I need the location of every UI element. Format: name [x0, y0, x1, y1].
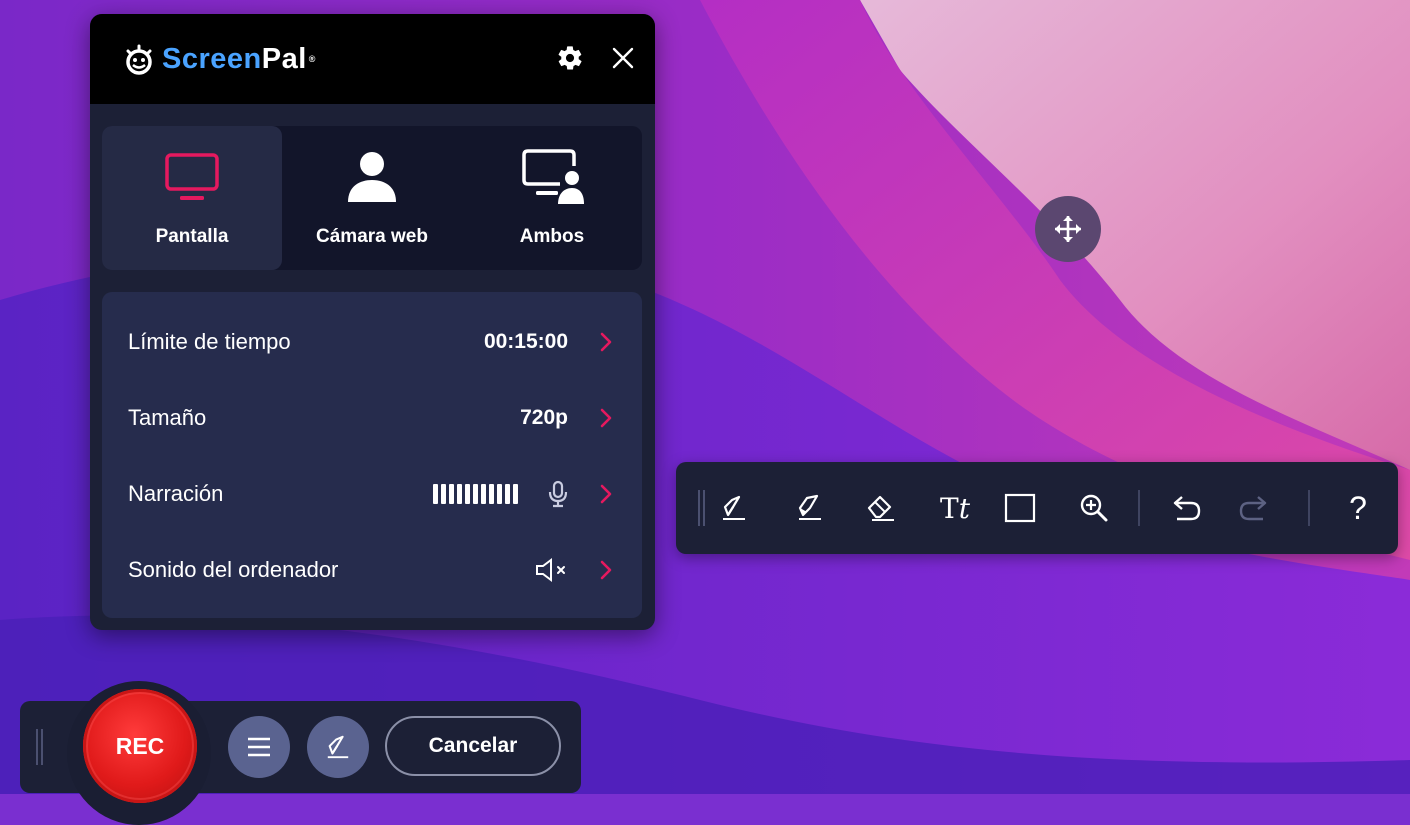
control-bar-drag-handle[interactable] — [36, 729, 44, 765]
highlighter-icon — [798, 494, 821, 520]
logo-registered: ® — [308, 54, 316, 64]
redo-button[interactable] — [1232, 486, 1276, 530]
cancel-button-label: Cancelar — [428, 734, 518, 757]
screenpal-logo: Screen Pal ® — [122, 42, 316, 76]
record-button-label: REC — [115, 732, 165, 759]
recording-control-bar: REC Cancelar — [20, 681, 581, 825]
person-icon — [348, 152, 396, 202]
text-icon: Tt — [940, 491, 970, 525]
pen-icon — [723, 495, 745, 520]
gear-icon — [558, 46, 582, 70]
monitor-icon — [165, 153, 219, 200]
highlighter-tool-button[interactable] — [788, 486, 832, 530]
menu-button[interactable] — [228, 716, 290, 778]
narration-label: Narración — [128, 481, 224, 506]
settings-button[interactable] — [552, 40, 588, 76]
close-icon — [612, 47, 634, 69]
drawing-toolbar: Tt ? — [676, 462, 1398, 554]
size-label: Tamaño — [128, 405, 207, 430]
chevron-right-icon — [600, 332, 612, 352]
undo-icon — [1173, 496, 1201, 521]
pen-tool-button[interactable] — [712, 486, 756, 530]
rectangle-icon — [1004, 493, 1036, 523]
mode-screen[interactable]: Pantalla — [102, 126, 282, 270]
mode-both[interactable]: Ambos — [462, 126, 642, 270]
recording-settings: Límite de tiempo 00:15:00 Tamaño 720p Na… — [102, 292, 642, 618]
screenpal-logo-icon — [126, 44, 152, 75]
setting-narration[interactable]: Narración — [102, 464, 642, 524]
toolbar-separator — [1308, 490, 1310, 526]
toolbar-separator — [1138, 490, 1140, 526]
rectangle-tool-button[interactable] — [998, 486, 1042, 530]
close-button[interactable] — [605, 40, 641, 76]
monitor-person-icon — [522, 149, 584, 204]
microphone-icon — [548, 480, 568, 508]
help-button[interactable]: ? — [1336, 486, 1380, 530]
audio-level-meter — [433, 484, 518, 504]
mode-screen-label: Pantalla — [155, 226, 229, 247]
setting-computer-sound[interactable]: Sonido del ordenador — [102, 540, 642, 600]
chevron-right-icon — [600, 560, 612, 580]
recorder-panel: Screen Pal ® Pantalla Cámara web Ambos L… — [90, 14, 655, 630]
chevron-right-icon — [600, 484, 612, 504]
capture-mode-selector: Pantalla Cámara web Ambos — [102, 126, 642, 270]
record-button[interactable]: REC — [83, 689, 197, 803]
text-tool-button[interactable]: Tt — [928, 486, 982, 530]
setting-time-limit[interactable]: Límite de tiempo 00:15:00 — [102, 312, 642, 372]
move-handle[interactable] — [1035, 196, 1101, 262]
size-value: 720p — [520, 406, 568, 429]
zoom-icon — [1080, 494, 1108, 522]
chevron-right-icon — [600, 408, 612, 428]
eraser-icon — [867, 495, 894, 521]
logo-word-screen: Screen — [162, 42, 262, 75]
setting-size[interactable]: Tamaño 720p — [102, 388, 642, 448]
pen-icon — [327, 735, 349, 759]
speaker-muted-icon — [536, 558, 565, 582]
cancel-button[interactable]: Cancelar — [385, 716, 561, 776]
toolbar-drag-handle[interactable] — [698, 490, 706, 526]
zoom-tool-button[interactable] — [1072, 486, 1116, 530]
mode-webcam-label: Cámara web — [316, 226, 428, 247]
move-arrows-icon — [1055, 216, 1081, 242]
menu-icon — [248, 737, 270, 757]
logo-word-pal: Pal — [261, 42, 307, 75]
eraser-tool-button[interactable] — [860, 486, 904, 530]
undo-button[interactable] — [1164, 486, 1208, 530]
panel-header: Screen Pal ® — [90, 14, 655, 104]
help-icon: ? — [1349, 489, 1367, 526]
computer-sound-label: Sonido del ordenador — [128, 557, 339, 582]
mode-both-label: Ambos — [519, 226, 585, 247]
mode-webcam[interactable]: Cámara web — [282, 126, 462, 270]
time-limit-value: 00:15:00 — [483, 330, 568, 353]
draw-button[interactable] — [307, 716, 369, 778]
time-limit-label: Límite de tiempo — [128, 329, 291, 354]
redo-icon — [1239, 496, 1267, 521]
